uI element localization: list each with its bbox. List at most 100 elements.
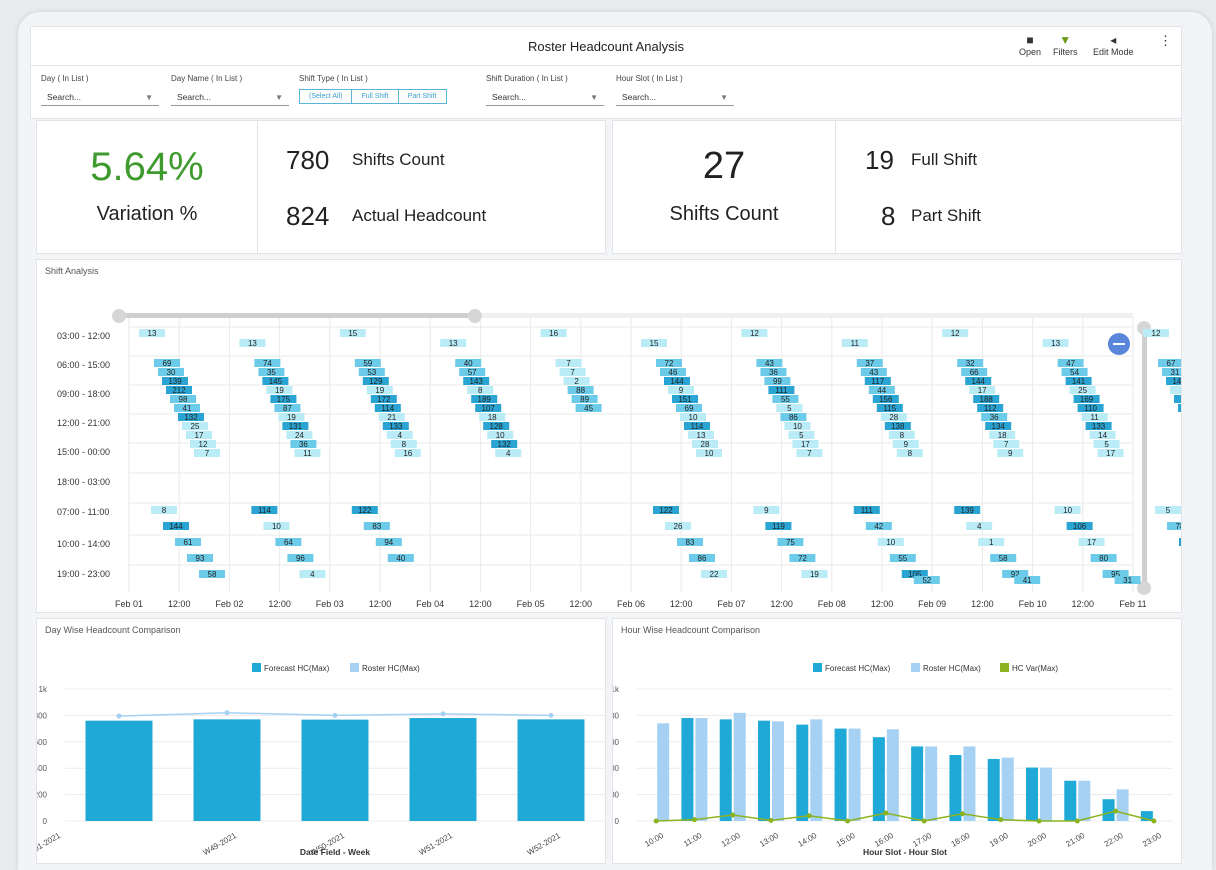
chevron-down-icon[interactable]: ▼	[275, 89, 283, 106]
shift-bar-label: 72	[665, 359, 674, 368]
kpi-panel-right: 27 Shifts Count 19 Full Shift 8 Part Shi…	[612, 120, 1182, 254]
filter-day-input[interactable]: Search... ▼	[41, 89, 159, 106]
shift-bar-label: 132	[498, 440, 512, 449]
filter-shift-duration: Shift Duration ( In List ) Search... ▼	[486, 74, 604, 106]
shift-bar-label: 110	[1084, 404, 1097, 413]
shift-bar-label: 58	[208, 570, 217, 579]
x-tick-label: 23:00	[1141, 831, 1163, 849]
legend-label: Forecast HC(Max)	[825, 664, 891, 673]
filter-day-name-input[interactable]: Search... ▼	[171, 89, 289, 106]
chevron-down-icon[interactable]: ▼	[720, 89, 728, 106]
shift-bar	[1170, 386, 1181, 394]
shift-bar-label: 15	[650, 339, 659, 348]
shift-bar-label: 17	[801, 440, 810, 449]
variation-label: Variation %	[96, 203, 198, 225]
shift-bar	[1179, 538, 1181, 546]
chevron-down-icon[interactable]: ▼	[590, 89, 598, 106]
shift-bar-label: 106	[1073, 522, 1087, 531]
shift-bar-label: 16	[403, 449, 412, 458]
x-tick-label: 12:00	[1072, 599, 1095, 609]
shift-type-select-all[interactable]: (Select All)	[300, 90, 353, 103]
shift-bar-label: 42	[874, 522, 883, 531]
shift-bar-label: 10	[705, 449, 714, 458]
shift-bar-label: 169	[1080, 395, 1094, 404]
filter-hour-slot-input[interactable]: Search... ▼	[616, 89, 734, 106]
y-tick-label: 400	[37, 764, 48, 773]
shift-bar-label: 14	[1098, 431, 1107, 440]
y-tick-label: 03:00 - 12:00	[57, 331, 110, 341]
shift-bar-label: 18	[488, 413, 497, 422]
x-tick-label: 12:00	[168, 599, 191, 609]
day-wise-chart: Forecast HC(Max) Roster HC(Max) 0 200 400 600…	[37, 663, 605, 858]
roster-bar	[1116, 789, 1129, 821]
forecast-bar	[1026, 767, 1038, 821]
shift-bar-label: 44	[877, 386, 886, 395]
filter-day-name-placeholder: Search...	[177, 92, 212, 102]
shift-bar-label: 2	[574, 377, 579, 386]
x-tick-label: 14:00	[796, 831, 818, 849]
forecast-bar	[834, 728, 847, 821]
x-tick-label: 20:00	[1026, 831, 1048, 849]
chevron-down-icon[interactable]: ▼	[145, 89, 153, 106]
forecast-bar	[911, 746, 924, 821]
open-label: Open	[1019, 47, 1042, 57]
x-tick-label: W51-2021	[418, 831, 455, 858]
shift-bar-label: 5	[799, 431, 804, 440]
shifts-count-2-label: Shifts Count	[669, 203, 779, 225]
shift-bar-label: 4	[310, 570, 315, 579]
variation-value: 5.64%	[90, 145, 204, 189]
shift-bar-label: 94	[384, 538, 393, 547]
shifts-count-value: 780	[286, 145, 330, 175]
shift-bar-label: 111	[775, 386, 788, 395]
series-point	[332, 712, 338, 718]
shift-bar-label: 8	[478, 386, 483, 395]
shift-bar-label: 75	[786, 538, 795, 547]
shift-bar-label: 4	[506, 449, 511, 458]
shift-bar-label: 7	[566, 359, 571, 368]
more-menu-icon[interactable]: ⋮	[1159, 33, 1172, 49]
shift-bar-label: 59	[363, 359, 372, 368]
forecast-bar	[85, 720, 153, 821]
y-tick-label: 06:00 - 15:00	[57, 360, 110, 370]
roster-bar	[1001, 757, 1014, 821]
shift-bar-label: 88	[576, 386, 585, 395]
forecast-bar	[796, 724, 809, 821]
shift-bar-label: 11	[303, 449, 312, 458]
x-tick-label: 18:00	[950, 831, 972, 849]
forecast-bar	[872, 737, 885, 821]
series-point	[998, 817, 1004, 823]
shift-bar-label: 212	[172, 386, 186, 395]
edit-mode-label: Edit Mode	[1093, 47, 1134, 57]
shift-bar-label: 47	[1066, 359, 1075, 368]
series-point	[768, 817, 774, 823]
shift-bar-label: 133	[1092, 422, 1106, 431]
series-point	[806, 813, 812, 819]
filter-day-name: Day Name ( In List ) Search... ▼	[171, 74, 289, 106]
shift-bar-label: 67	[1167, 359, 1176, 368]
y-tick-label: 200	[37, 791, 48, 800]
shift-bar-label: 52	[922, 576, 931, 585]
shift-bar-label: 144	[1172, 377, 1181, 386]
open-button[interactable]: ■ Open	[1019, 33, 1041, 57]
filter-shift-duration-input[interactable]: Search... ▼	[486, 89, 604, 106]
shift-bar-label: 144	[169, 522, 183, 531]
shift-type-part-shift[interactable]: Part Shift	[399, 90, 446, 103]
shift-bar-label: 31	[1123, 576, 1132, 585]
filter-shift-duration-placeholder: Search...	[492, 92, 527, 102]
roster-bar	[657, 723, 670, 821]
roster-bar	[1040, 767, 1052, 821]
shift-bar-label: 9	[764, 506, 769, 515]
y-tick-label: 12:00 - 21:00	[57, 418, 110, 428]
shift-bar-label: 11	[1090, 413, 1099, 422]
shift-bar-label: 139	[961, 506, 975, 515]
edit-mode-button[interactable]: ◂ Edit Mode	[1093, 33, 1134, 57]
y-tick-label: 1k	[613, 685, 620, 694]
forecast-bar	[193, 719, 261, 821]
shift-type-full-shift[interactable]: Full Shift	[352, 90, 399, 103]
shift-bar-label: 122	[358, 506, 372, 515]
shift-bar-label: 141	[1072, 377, 1086, 386]
filters-button[interactable]: ▼ Filters	[1053, 33, 1078, 57]
filter-day-label: Day ( In List )	[41, 74, 89, 83]
shift-bar-label: 96	[296, 554, 305, 563]
shift-bar-label: 13	[248, 339, 257, 348]
